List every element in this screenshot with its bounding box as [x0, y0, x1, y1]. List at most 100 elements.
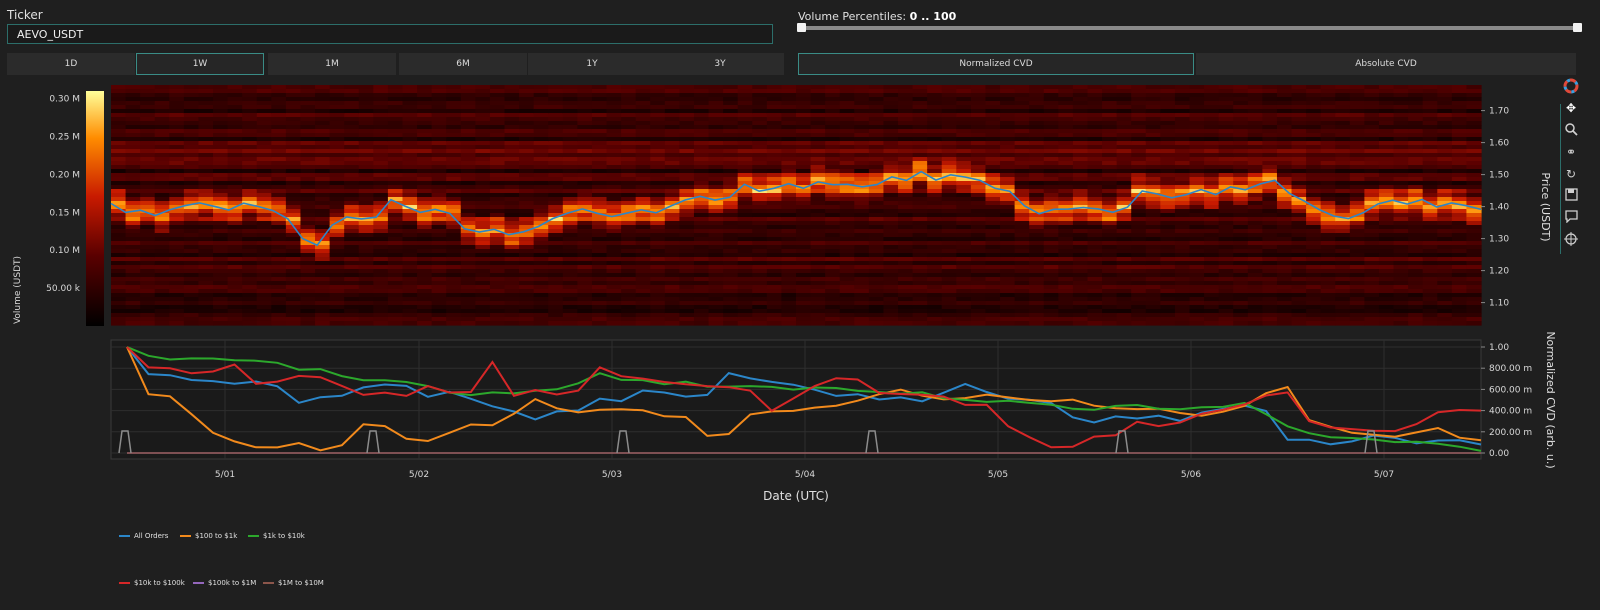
heatmap-cell [344, 293, 360, 298]
heatmap-cell [1000, 277, 1016, 282]
heatmap-cell [1145, 85, 1161, 90]
heatmap-cell [1116, 301, 1132, 306]
heatmap-cell [242, 241, 258, 246]
heatmap-cell [1145, 229, 1161, 234]
heatmap-cell [679, 149, 695, 154]
heatmap-cell [854, 149, 870, 154]
heatmap-cell [373, 273, 389, 278]
heatmap-cell [504, 273, 520, 278]
heatmap-cell [300, 149, 316, 154]
heatmap-cell [1029, 197, 1045, 202]
heatmap-cell [285, 101, 302, 106]
heatmap-cell [1233, 265, 1249, 270]
heatmap-cell [519, 317, 535, 322]
heatmap-cell [1145, 309, 1161, 314]
heatmap-cell [664, 149, 680, 154]
heatmap-cell [591, 281, 608, 286]
heatmap-cell [446, 257, 462, 262]
heatmap-cell [650, 201, 666, 206]
heatmap-cell [1058, 313, 1074, 318]
heatmap-cell [446, 261, 462, 266]
heatmap-cell [898, 185, 914, 190]
heatmap-cell [242, 177, 258, 182]
heatmap-cell [985, 241, 1001, 246]
heatmap-cell [1087, 221, 1103, 226]
heatmap-cell [1204, 157, 1220, 162]
heatmap-cell [1247, 165, 1263, 170]
colorbar-ticks: 50.00 k0.10 M0.15 M0.20 M0.25 M0.30 M [46, 95, 81, 295]
heatmap-cell [417, 253, 433, 258]
heatmap-cell [242, 85, 258, 90]
heatmap-cell [781, 121, 797, 126]
heatmap-cell [927, 105, 943, 110]
heatmap-cell [927, 241, 943, 246]
heatmap-cell [941, 197, 957, 202]
heatmap-cell [941, 101, 957, 106]
heatmap-cell [752, 225, 768, 230]
heatmap-cell [854, 173, 870, 178]
heatmap-cell [125, 309, 141, 314]
heatmap-cell [1000, 317, 1016, 322]
heatmap-cell [708, 145, 724, 150]
heatmap-cell [781, 225, 797, 230]
heatmap-cell [300, 185, 316, 190]
heatmap-cell [1204, 241, 1220, 246]
heatmap-cell [140, 241, 156, 246]
heatmap-cell [956, 225, 972, 230]
heatmap-cell [489, 289, 506, 294]
heatmap-cell [1029, 249, 1045, 254]
heatmap-cell [650, 273, 666, 278]
heatmap-cell [752, 241, 768, 246]
heatmap-cell [664, 313, 680, 318]
heatmap-cell [737, 197, 753, 202]
heatmap-cell [1276, 237, 1293, 242]
heatmap-cell [1087, 309, 1103, 314]
heatmap-cell [358, 113, 374, 118]
heatmap-cell [693, 265, 710, 270]
heatmap-cell [898, 281, 914, 286]
heatmap-cell [417, 289, 433, 294]
heatmap-cell [1247, 169, 1263, 174]
heatmap-cell [1043, 177, 1059, 182]
heatmap-cell [956, 189, 972, 194]
heatmap-cell [402, 89, 418, 94]
heatmap-cell [664, 257, 680, 262]
heatmap-cell [1116, 89, 1132, 94]
heatmap-cell [271, 193, 287, 198]
heatmap-cell [227, 213, 243, 218]
heatmap-cell [752, 309, 768, 314]
heatmap-cell [898, 241, 914, 246]
heatmap-cell [198, 221, 214, 226]
heatmap-cell [1014, 125, 1030, 130]
heatmap-cell [548, 269, 564, 274]
heatmap-cell [504, 213, 520, 218]
heatmap-cell [140, 313, 156, 318]
heatmap-cell [285, 169, 302, 174]
heatmap-cell [796, 225, 812, 230]
heatmap-cell [1174, 233, 1191, 238]
heatmap-cell [140, 245, 156, 250]
heatmap-cell [591, 89, 608, 94]
heatmap-cell [1291, 301, 1307, 306]
heatmap-cell [125, 293, 141, 298]
heatmap-cell [1174, 109, 1191, 114]
heatmap-cell [1072, 257, 1089, 262]
heatmap-cell [606, 97, 622, 102]
heatmap-cell [1204, 233, 1220, 238]
heatmap-cell [504, 133, 520, 138]
heatmap-cell [519, 149, 535, 154]
heatmap-cell [271, 117, 287, 122]
heatmap-cell [621, 257, 637, 262]
heatmap-cell [1160, 233, 1176, 238]
heatmap-cell [1174, 141, 1191, 146]
heatmap-cell [1174, 321, 1191, 326]
heatmap-cell [1087, 233, 1103, 238]
heatmap-cell [810, 97, 826, 102]
heatmap-cell [1276, 253, 1293, 258]
heatmap-cell [679, 117, 695, 122]
heatmap-cell [854, 117, 870, 122]
heatmap-cell [1058, 177, 1074, 182]
heatmap-cell [489, 317, 506, 322]
heatmap-cell [796, 193, 812, 198]
heatmap-cell [1262, 309, 1278, 314]
